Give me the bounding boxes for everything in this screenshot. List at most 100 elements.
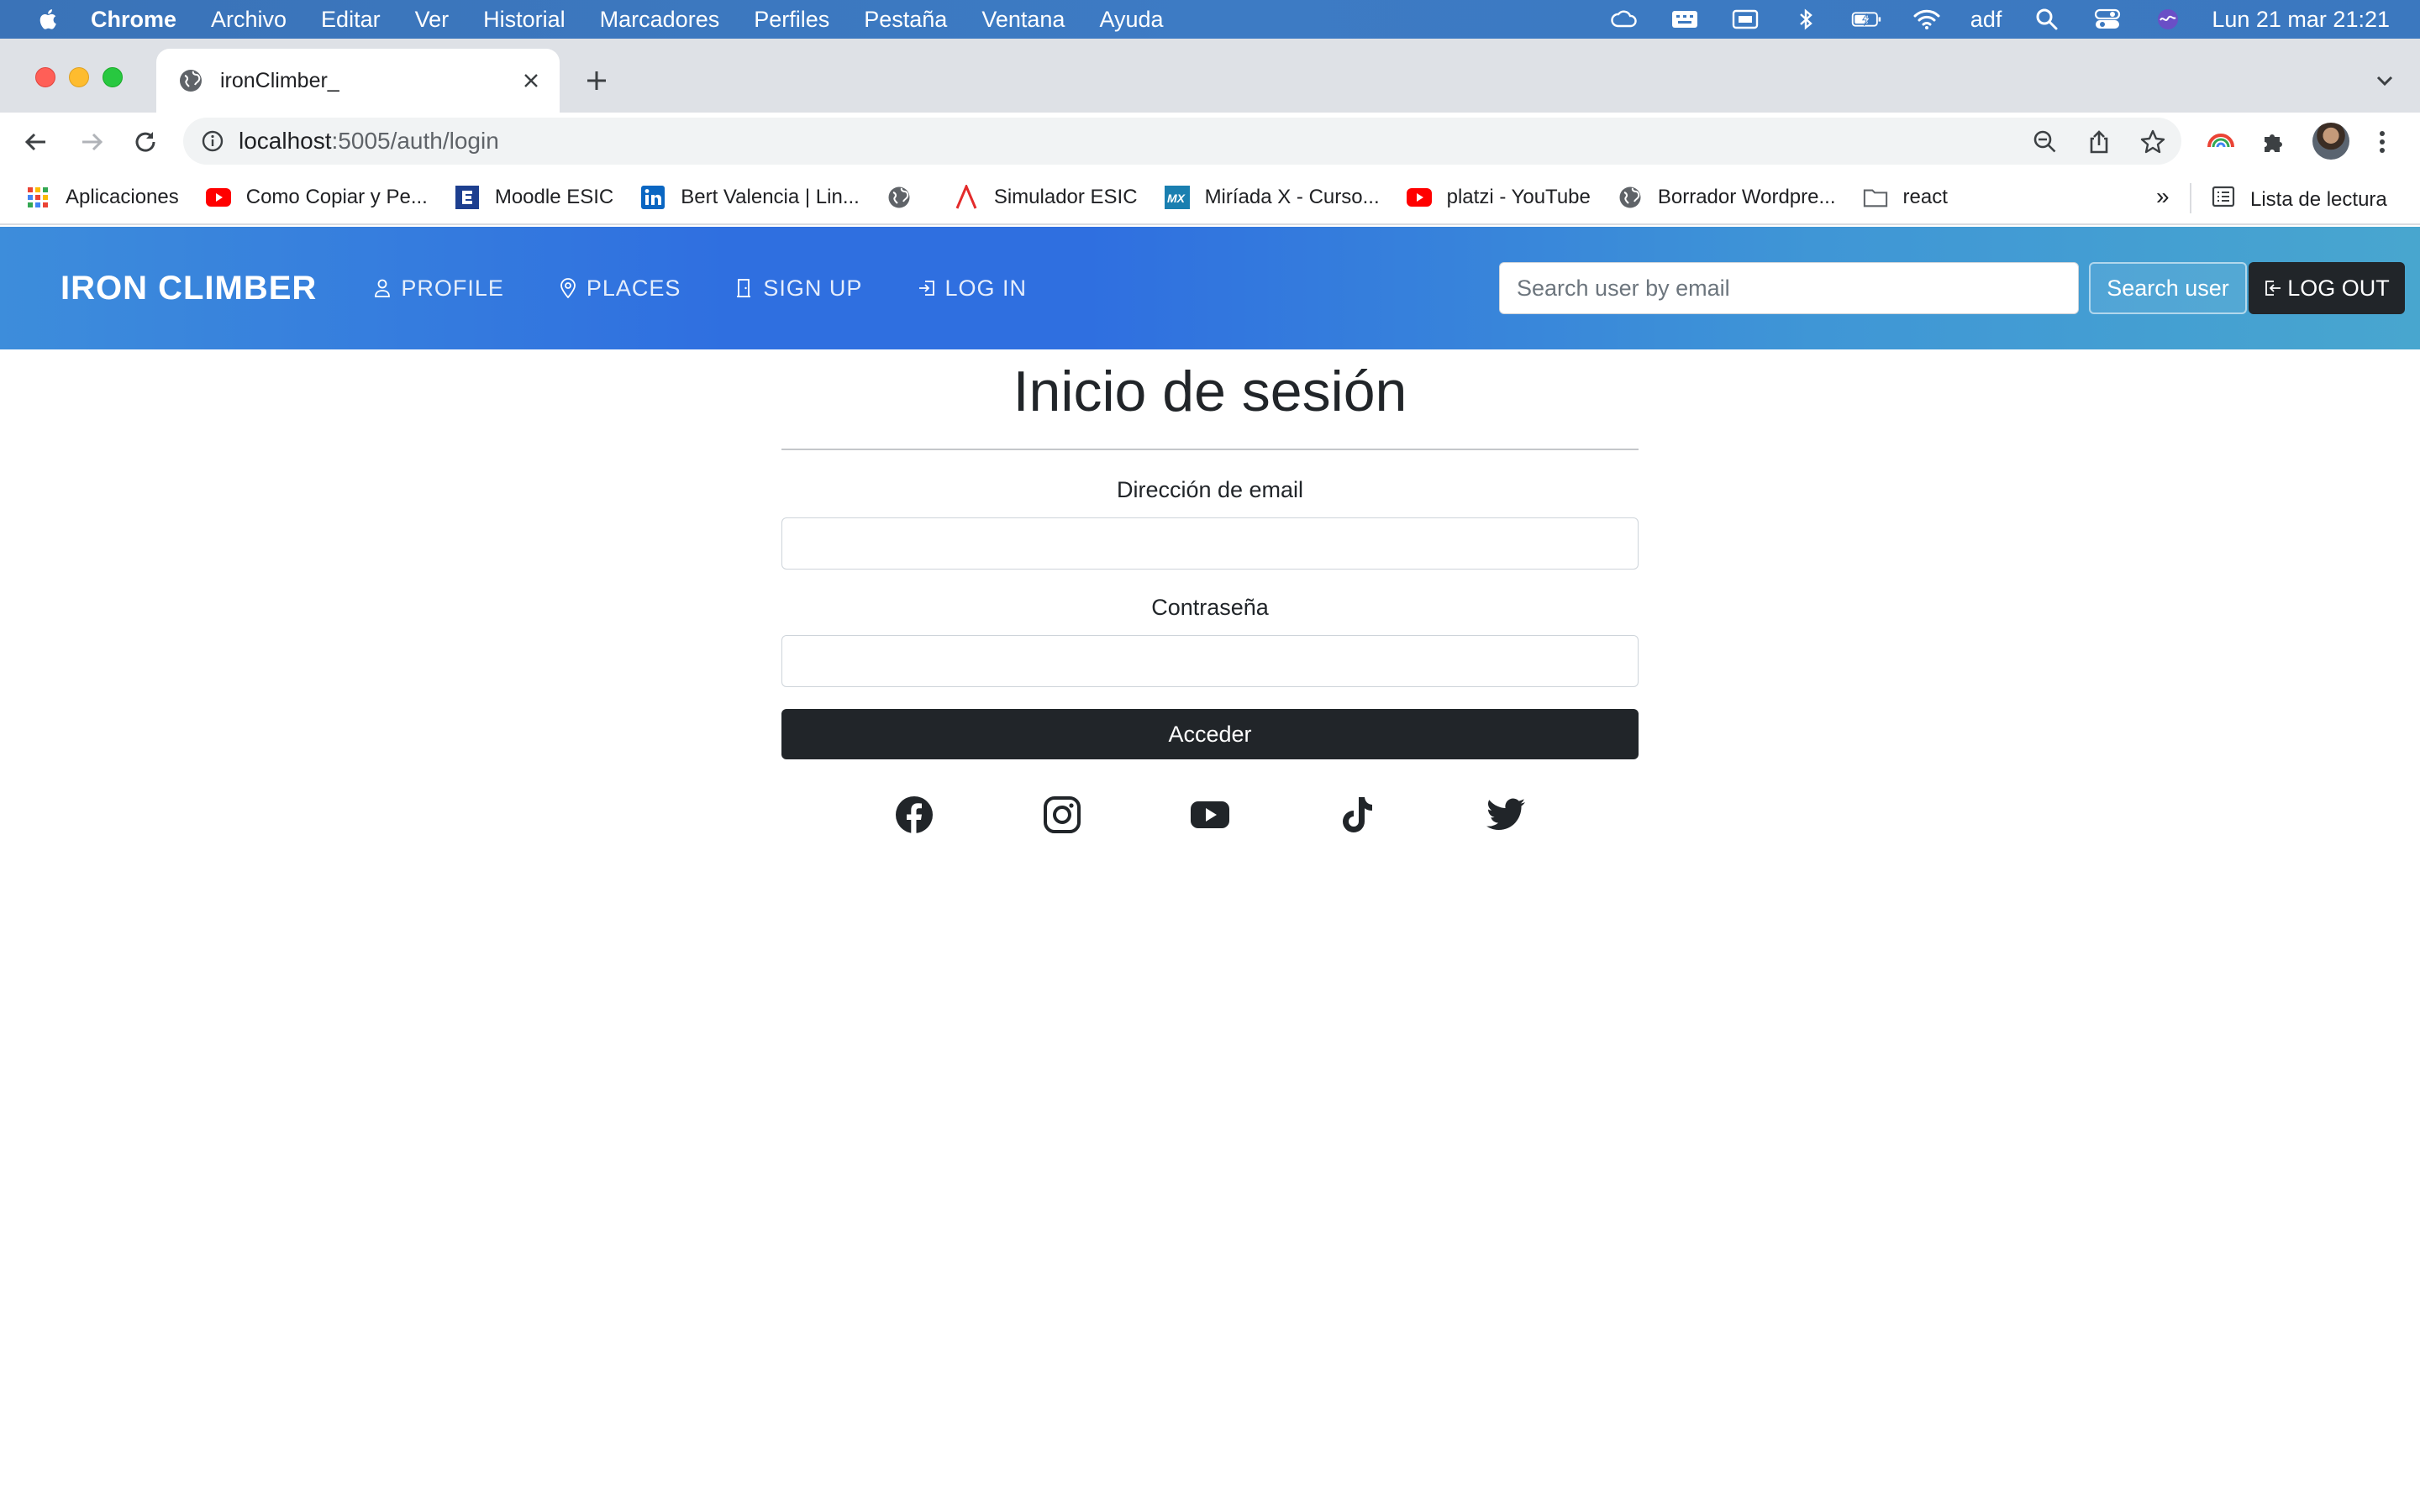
bookmark-moodle-esic[interactable]: Moodle ESIC xyxy=(455,185,613,210)
brand-logo[interactable]: IRON CLIMBER xyxy=(60,270,317,307)
new-tab-icon[interactable] xyxy=(580,64,613,97)
miriada-favicon-icon: MX xyxy=(1164,185,1190,210)
window-minimize-button[interactable] xyxy=(69,67,89,87)
person-icon xyxy=(374,278,392,298)
screen: Chrome Archivo Editar Ver Historial Marc… xyxy=(0,0,2420,1512)
menu-ayuda[interactable]: Ayuda xyxy=(1099,7,1163,33)
social-links xyxy=(781,795,1639,845)
search-user-button[interactable]: Search user xyxy=(2089,262,2247,314)
profile-avatar[interactable] xyxy=(2312,123,2349,160)
reload-icon[interactable] xyxy=(129,126,161,158)
logout-icon xyxy=(2264,278,2284,298)
url-text[interactable]: localhost:5005/auth/login xyxy=(239,128,499,155)
wifi-icon[interactable] xyxy=(1912,8,1942,30)
bookmark-label: platzi - YouTube xyxy=(1446,186,1591,208)
map-pin-icon xyxy=(560,278,578,298)
share-icon[interactable] xyxy=(2086,129,2112,155)
extensions-puzzle-icon[interactable] xyxy=(2257,126,2289,158)
reading-list-button[interactable]: Lista de lectura xyxy=(2212,185,2387,214)
menu-app-name[interactable]: Chrome xyxy=(91,7,176,33)
bookmark-label: react xyxy=(1902,186,1948,208)
battery-icon[interactable] xyxy=(1851,8,1881,30)
bookmark-simulador-esic[interactable]: Simulador ESIC xyxy=(954,185,1138,210)
spotlight-search-icon[interactable] xyxy=(2032,8,2062,30)
bookmark-bert-valencia[interactable]: Bert Valencia | Lin... xyxy=(640,185,860,210)
menu-ver[interactable]: Ver xyxy=(415,7,450,33)
reading-list-icon xyxy=(2212,185,2235,214)
menu-editar[interactable]: Editar xyxy=(321,7,381,33)
forward-arrow-icon[interactable] xyxy=(76,126,108,158)
bluetooth-icon[interactable] xyxy=(1791,8,1821,30)
control-center-icon[interactable] xyxy=(2092,8,2123,30)
tiktok-icon[interactable] xyxy=(1338,795,1378,835)
menu-clock[interactable]: Lun 21 mar 21:21 xyxy=(2212,7,2390,33)
bookmarks-separator xyxy=(2190,183,2191,213)
nav-login-link[interactable]: LOG IN xyxy=(918,276,1027,302)
password-field[interactable] xyxy=(781,635,1639,687)
search-user-input[interactable] xyxy=(1499,262,2079,314)
email-field[interactable] xyxy=(781,517,1639,570)
bookmark-apps[interactable]: Aplicaciones xyxy=(25,185,179,210)
nav-places-label: PLACES xyxy=(586,275,681,301)
nav-places-link[interactable]: PLACES xyxy=(560,276,681,302)
url-host: localhost xyxy=(239,128,332,154)
bookmark-label: Borrador Wordpre... xyxy=(1657,186,1836,208)
macos-menu-bar: Chrome Archivo Editar Ver Historial Marc… xyxy=(0,0,2420,39)
address-bar[interactable]: localhost:5005/auth/login xyxy=(183,118,2181,165)
youtube-favicon-icon xyxy=(205,185,231,210)
window-zoom-button[interactable] xyxy=(103,67,123,87)
facebook-icon[interactable] xyxy=(894,795,934,835)
chrome-menu-icon[interactable] xyxy=(2366,126,2398,158)
display-icon[interactable] xyxy=(1730,8,1760,30)
logout-button[interactable]: LOG OUT xyxy=(2249,262,2405,314)
menu-historial[interactable]: Historial xyxy=(483,7,566,33)
bookmark-como-copiar[interactable]: Como Copiar y Pe... xyxy=(205,185,428,210)
login-arrow-icon xyxy=(918,278,936,298)
bookmark-label: Moodle ESIC xyxy=(494,186,614,208)
site-info-icon[interactable] xyxy=(200,129,225,154)
siri-icon[interactable] xyxy=(2153,8,2183,30)
tab-close-icon[interactable] xyxy=(518,67,544,94)
bookmark-star-icon[interactable] xyxy=(2139,129,2166,155)
back-arrow-icon[interactable] xyxy=(20,126,52,158)
youtube-icon[interactable] xyxy=(1190,795,1230,835)
menu-perfiles[interactable]: Perfiles xyxy=(754,7,829,33)
bookmark-folder-react[interactable]: react xyxy=(1863,185,1948,210)
nav-profile-label: PROFILE xyxy=(401,275,504,301)
folder-icon xyxy=(1863,185,1888,210)
bookmark-miriada-x[interactable]: MX Miríada X - Curso... xyxy=(1164,185,1380,210)
menu-marcadores[interactable]: Marcadores xyxy=(600,7,720,33)
creative-cloud-icon[interactable] xyxy=(1609,8,1639,30)
nav-signup-link[interactable]: SIGN UP xyxy=(736,276,862,302)
nav-profile-link[interactable]: PROFILE xyxy=(374,276,504,302)
login-submit-button[interactable]: Acceder xyxy=(781,709,1639,759)
arc-extension-icon[interactable] xyxy=(2205,126,2237,158)
browser-tab-strip: ironClimber_ xyxy=(0,39,2420,113)
globe-icon xyxy=(180,70,202,92)
tab-title: ironClimber_ xyxy=(220,68,339,92)
menu-ventana[interactable]: Ventana xyxy=(981,7,1065,33)
keyboard-icon[interactable] xyxy=(1670,8,1700,30)
url-path: :5005/auth/login xyxy=(331,128,499,154)
zoom-out-icon[interactable] xyxy=(2032,129,2059,155)
reading-list-label: Lista de lectura xyxy=(2250,187,2387,211)
bookmark-globe[interactable] xyxy=(886,185,927,210)
globe-icon xyxy=(1618,185,1643,210)
twitter-icon[interactable] xyxy=(1486,795,1526,835)
bookmark-platzi-youtube[interactable]: platzi - YouTube xyxy=(1406,185,1591,210)
browser-toolbar: localhost:5005/auth/login xyxy=(0,113,2420,171)
logout-label: LOG OUT xyxy=(2287,275,2390,301)
tab-search-chevron-icon[interactable] xyxy=(2373,69,2396,92)
instagram-icon[interactable] xyxy=(1042,795,1082,835)
bookmarks-overflow-button[interactable]: » xyxy=(2156,183,2170,210)
svg-text:MX: MX xyxy=(1167,192,1186,205)
apple-icon[interactable] xyxy=(37,8,57,31)
globe-icon xyxy=(886,185,912,210)
browser-tab-active[interactable]: ironClimber_ xyxy=(156,49,560,113)
bookmark-borrador-wordpress[interactable]: Borrador Wordpre... xyxy=(1618,185,1836,210)
menu-pestana[interactable]: Pestaña xyxy=(864,7,947,33)
apps-grid-icon xyxy=(25,185,50,210)
menu-archivo[interactable]: Archivo xyxy=(211,7,287,33)
menu-user-name[interactable]: adf xyxy=(1970,7,2002,33)
window-close-button[interactable] xyxy=(35,67,55,87)
